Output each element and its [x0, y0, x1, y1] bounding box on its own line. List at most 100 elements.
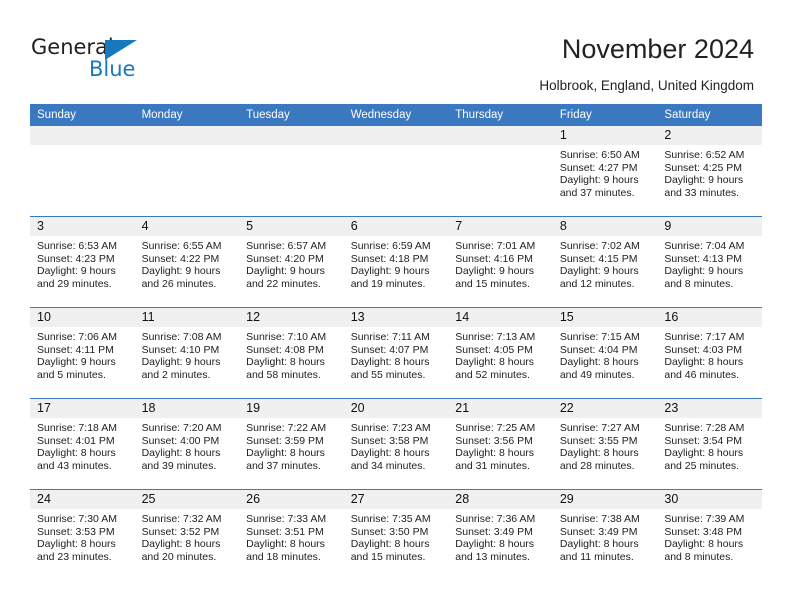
daylight-text: and 18 minutes. [246, 550, 321, 563]
weekday-header-wednesday: Wednesday [343, 104, 449, 126]
daylight-text: and 12 minutes. [559, 277, 635, 290]
calendar-day-cell[interactable]: 20 Sunrise: 7:23 AM Sunset: 3:58 PM Dayligh… [343, 398, 449, 490]
calendar-day-cell[interactable]: 29 Sunrise: 7:38 AM Sunset: 3:49 PM Dayligh… [552, 489, 658, 580]
day-number: 1 [552, 126, 658, 145]
daylight-text: and 37 minutes. [559, 186, 635, 199]
daylight-text: Daylight: 8 hours [37, 447, 116, 460]
daylight-text: and 52 minutes. [455, 368, 530, 381]
calendar-day-cell[interactable]: 2 Sunrise: 6:52 AM Sunset: 4:25 PM Daylight… [657, 126, 762, 217]
daylight-text: and 25 minutes. [664, 459, 740, 472]
calendar-day-cell[interactable]: 11 Sunrise: 7:08 AM Sunset: 4:10 PM Dayligh… [134, 307, 240, 399]
page-subtitle: Holbrook, England, United Kingdom [539, 78, 754, 93]
day-number: 24 [30, 490, 135, 509]
calendar-day-cell[interactable]: 30 Sunrise: 7:39 AM Sunset: 3:48 PM Dayligh… [657, 489, 762, 580]
sunrise-sunset-calendar: Sunday Monday Tuesday Wednesday Thursday… [30, 104, 762, 580]
calendar-week-row: 10 Sunrise: 7:06 AM Sunset: 4:11 PM Dayligh… [30, 307, 762, 399]
weekday-header-sunday: Sunday [30, 104, 135, 126]
sunrise-text: Sunrise: 7:01 AM [455, 240, 536, 252]
daylight-text: Daylight: 8 hours [246, 538, 325, 551]
daylight-text: and 43 minutes. [37, 459, 112, 472]
calendar-page: General Blue November 2024 Holbrook, Eng… [0, 0, 792, 612]
calendar-day-cell[interactable]: 17 Sunrise: 7:18 AM Sunset: 4:01 PM Dayligh… [30, 398, 135, 490]
calendar-day-cell[interactable]: 25 Sunrise: 7:32 AM Sunset: 3:52 PM Dayligh… [134, 489, 240, 580]
calendar-day-cell[interactable]: 9 Sunrise: 7:04 AM Sunset: 4:13 PM Daylight… [657, 216, 762, 308]
sunset-text: Sunset: 3:49 PM [559, 525, 638, 538]
daylight-text: Daylight: 8 hours [141, 447, 221, 460]
sunset-text: Sunset: 4:03 PM [664, 343, 743, 356]
general-blue-logo[interactable]: General Blue [31, 35, 201, 85]
daylight-text: Daylight: 8 hours [559, 447, 639, 460]
calendar-day-cell[interactable]: 26 Sunrise: 7:33 AM Sunset: 3:51 PM Dayligh… [239, 489, 344, 580]
calendar-day-cell[interactable]: 8 Sunrise: 7:02 AM Sunset: 4:15 PM Daylight… [552, 216, 658, 308]
day-sun-info: Sunrise: 7:04 AM Sunset: 4:13 PM Daylight:… [657, 236, 762, 290]
day-sun-info: Sunrise: 7:10 AM Sunset: 4:08 PM Daylight:… [239, 327, 344, 381]
calendar-day-cell[interactable]: 15 Sunrise: 7:15 AM Sunset: 4:04 PM Dayligh… [552, 307, 658, 399]
calendar-day-cell[interactable]: 23 Sunrise: 7:28 AM Sunset: 3:54 PM Dayligh… [657, 398, 762, 490]
sunrise-text: Sunrise: 7:33 AM [246, 513, 327, 525]
calendar-day-cell[interactable]: 7 Sunrise: 7:01 AM Sunset: 4:16 PM Daylight… [448, 216, 553, 308]
day-sun-info: Sunrise: 6:59 AM Sunset: 4:18 PM Daylight:… [344, 236, 449, 290]
daylight-text: Daylight: 8 hours [455, 356, 535, 369]
sunset-text: Sunset: 3:50 PM [350, 525, 429, 538]
day-number: 28 [448, 490, 553, 509]
daylight-text: and 11 minutes. [559, 550, 634, 563]
calendar-day-cell[interactable]: 28 Sunrise: 7:36 AM Sunset: 3:49 PM Dayligh… [448, 489, 553, 580]
day-number [448, 126, 553, 145]
sunrise-text: Sunrise: 6:53 AM [37, 240, 117, 252]
day-sun-info: Sunrise: 7:25 AM Sunset: 3:56 PM Daylight:… [448, 418, 553, 472]
day-sun-info: Sunrise: 7:02 AM Sunset: 4:15 PM Daylight:… [553, 236, 658, 290]
calendar-day-cell-empty [448, 126, 553, 217]
day-sun-info: Sunrise: 7:35 AM Sunset: 3:50 PM Daylight:… [344, 509, 449, 563]
day-sun-info: Sunrise: 7:06 AM Sunset: 4:11 PM Daylight:… [30, 327, 135, 381]
calendar-day-cell[interactable]: 18 Sunrise: 7:20 AM Sunset: 4:00 PM Dayligh… [134, 398, 240, 490]
calendar-week-row: 17 Sunrise: 7:18 AM Sunset: 4:01 PM Dayligh… [30, 398, 762, 490]
day-number: 8 [552, 217, 658, 236]
day-sun-info: Sunrise: 7:18 AM Sunset: 4:01 PM Daylight:… [30, 418, 135, 472]
daylight-text: and 46 minutes. [664, 368, 740, 381]
calendar-day-cell[interactable]: 6 Sunrise: 6:59 AM Sunset: 4:18 PM Daylight… [343, 216, 449, 308]
weekday-header-tuesday: Tuesday [239, 104, 344, 126]
calendar-day-cell[interactable]: 27 Sunrise: 7:35 AM Sunset: 3:50 PM Dayligh… [343, 489, 449, 580]
calendar-day-cell[interactable]: 3 Sunrise: 6:53 AM Sunset: 4:23 PM Daylight… [30, 216, 135, 308]
day-number [134, 126, 240, 145]
sunrise-text: Sunrise: 6:57 AM [246, 240, 327, 252]
daylight-text: Daylight: 8 hours [350, 447, 430, 460]
page-title: November 2024 [561, 34, 754, 64]
sunrise-text: Sunrise: 7:32 AM [141, 513, 222, 525]
logo-text-general: General [31, 35, 114, 59]
calendar-day-cell[interactable]: 21 Sunrise: 7:25 AM Sunset: 3:56 PM Dayligh… [448, 398, 553, 490]
sunset-text: Sunset: 3:52 PM [141, 525, 220, 538]
sunset-text: Sunset: 4:15 PM [559, 252, 638, 265]
calendar-day-cell[interactable]: 5 Sunrise: 6:57 AM Sunset: 4:20 PM Daylight… [239, 216, 344, 308]
calendar-day-cell[interactable]: 16 Sunrise: 7:17 AM Sunset: 4:03 PM Dayligh… [657, 307, 762, 399]
day-number: 25 [134, 490, 240, 509]
calendar-day-cell[interactable]: 10 Sunrise: 7:06 AM Sunset: 4:11 PM Dayligh… [30, 307, 135, 399]
calendar-day-cell[interactable]: 24 Sunrise: 7:30 AM Sunset: 3:53 PM Dayligh… [30, 489, 135, 580]
calendar-day-cell[interactable]: 1 Sunrise: 6:50 AM Sunset: 4:27 PM Daylight… [552, 126, 658, 217]
calendar-day-cell[interactable]: 12 Sunrise: 7:10 AM Sunset: 4:08 PM Dayligh… [239, 307, 344, 399]
daylight-text: Daylight: 8 hours [246, 356, 325, 369]
daylight-text: and 8 minutes. [664, 550, 734, 563]
day-number: 10 [30, 308, 135, 327]
sunset-text: Sunset: 4:23 PM [37, 252, 115, 265]
daylight-text: Daylight: 9 hours [559, 174, 639, 187]
sunrise-text: Sunrise: 7:06 AM [37, 331, 117, 343]
day-number: 4 [134, 217, 240, 236]
calendar-day-cell[interactable]: 22 Sunrise: 7:27 AM Sunset: 3:55 PM Dayligh… [552, 398, 658, 490]
calendar-day-cell[interactable]: 13 Sunrise: 7:11 AM Sunset: 4:07 PM Dayligh… [343, 307, 449, 399]
logo-text-blue: Blue [89, 57, 136, 81]
daylight-text: and 39 minutes. [141, 459, 217, 472]
day-sun-info: Sunrise: 7:22 AM Sunset: 3:59 PM Daylight:… [239, 418, 344, 472]
daylight-text: and 22 minutes. [246, 277, 321, 290]
sunset-text: Sunset: 3:48 PM [664, 525, 743, 538]
sunset-text: Sunset: 4:00 PM [141, 434, 220, 447]
calendar-day-cell[interactable]: 14 Sunrise: 7:13 AM Sunset: 4:05 PM Dayligh… [448, 307, 553, 399]
daylight-text: and 58 minutes. [246, 368, 321, 381]
calendar-day-cell[interactable]: 19 Sunrise: 7:22 AM Sunset: 3:59 PM Dayligh… [239, 398, 344, 490]
sunrise-text: Sunrise: 7:17 AM [664, 331, 745, 343]
calendar-day-cell[interactable]: 4 Sunrise: 6:55 AM Sunset: 4:22 PM Daylight… [134, 216, 240, 308]
sunrise-text: Sunrise: 6:59 AM [350, 240, 431, 252]
day-sun-info: Sunrise: 7:38 AM Sunset: 3:49 PM Daylight:… [553, 509, 658, 563]
daylight-text: Daylight: 8 hours [455, 447, 535, 460]
sunset-text: Sunset: 3:53 PM [37, 525, 115, 538]
